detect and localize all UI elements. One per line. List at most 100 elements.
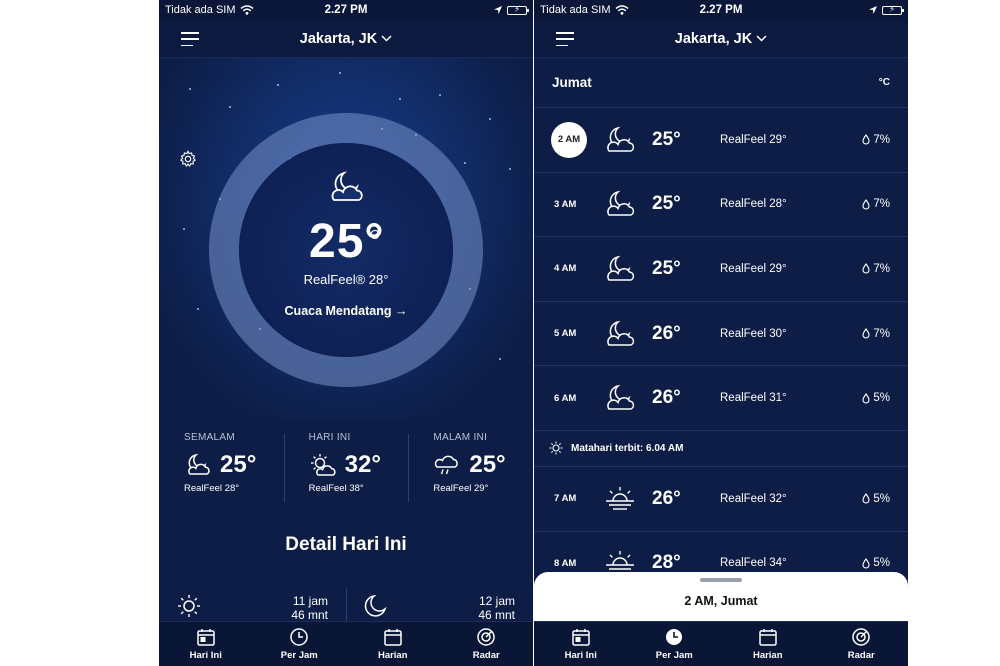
clock-icon bbox=[666, 629, 683, 645]
location-arrow-icon bbox=[494, 6, 502, 14]
moon-cloud-icon bbox=[607, 320, 635, 346]
location-label: Jakarta, JK bbox=[299, 30, 378, 47]
chevron-down-icon bbox=[756, 35, 767, 42]
tab-radar[interactable]: Radar bbox=[815, 622, 909, 666]
calendar-day-icon bbox=[572, 629, 590, 646]
sheet-drag-handle[interactable] bbox=[700, 578, 742, 582]
tab-label: Per Jam bbox=[280, 650, 318, 661]
period-temperature: 32° bbox=[344, 451, 381, 478]
location-selector[interactable]: Jakarta, JK bbox=[300, 31, 392, 47]
moon-cloud-icon bbox=[188, 453, 210, 475]
tab-radar[interactable]: Radar bbox=[440, 622, 534, 666]
selected-hour-sheet[interactable]: 2 AM, Jumat bbox=[534, 572, 908, 622]
wifi-icon bbox=[615, 5, 628, 15]
hour-realfeel: RealFeel 29° bbox=[720, 262, 787, 275]
temperature-unit-letter: C bbox=[370, 227, 380, 242]
precip-value: 5% bbox=[873, 557, 890, 570]
phone-today-screen: Tidak ada SIM 2.27 PM ⚡ Jakarta, JK 25° … bbox=[159, 0, 533, 666]
radar-icon bbox=[477, 628, 495, 646]
daylight-minutes: 46 mnt bbox=[291, 608, 328, 622]
tab-daily[interactable]: Harian bbox=[346, 622, 440, 666]
tab-label: Hari Ini bbox=[564, 650, 597, 661]
precip-value: 7% bbox=[873, 133, 890, 146]
tab-label: Radar bbox=[472, 650, 500, 661]
hour-row[interactable]: 5 AM 26° RealFeel 30° 7% bbox=[534, 302, 908, 367]
star bbox=[399, 98, 401, 100]
star bbox=[183, 228, 185, 230]
period-today[interactable]: HARI INI 32° RealFeel 38° bbox=[283, 432, 409, 502]
moonlight-hours: 12 jam bbox=[478, 594, 515, 608]
phone-hourly-screen: Tidak ada SIM 2.27 PM ⚡ Jakarta, JK Juma… bbox=[534, 0, 908, 666]
sun-cloud-icon bbox=[310, 454, 336, 476]
tab-label: Per Jam bbox=[655, 650, 693, 661]
hamburger-menu-icon[interactable] bbox=[181, 32, 199, 46]
precip-value: 5% bbox=[873, 392, 890, 405]
hour-temperature: 25° bbox=[652, 257, 681, 279]
bottom-tab-bar: Hari Ini Per Jam Harian Radar bbox=[159, 621, 533, 666]
hour-row[interactable]: 6 AM 26° RealFeel 31° 5% bbox=[534, 366, 908, 431]
wifi-icon bbox=[240, 5, 253, 15]
hamburger-menu-icon[interactable] bbox=[556, 32, 574, 46]
battery-icon: ⚡ bbox=[882, 4, 904, 15]
today-detail-title: Detail Hari Ini bbox=[285, 534, 407, 555]
hour-precipitation: 7% bbox=[862, 134, 890, 146]
day-periods: SEMALAM 25° RealFeel 28° HARI INI 32° Re… bbox=[159, 432, 533, 502]
selected-hour-text: 2 AM, Jumat bbox=[684, 594, 758, 608]
moon-cloud-icon bbox=[607, 191, 635, 217]
hour-temperature: 26° bbox=[652, 487, 681, 509]
moon-cloud-icon bbox=[607, 384, 635, 410]
hour-precipitation: 5% bbox=[862, 493, 890, 505]
star bbox=[277, 84, 279, 86]
hour-time: 6 AM bbox=[554, 392, 577, 404]
period-this-evening[interactable]: MALAM INI 25° RealFeel 29° bbox=[408, 432, 533, 502]
gear-icon[interactable] bbox=[179, 150, 197, 168]
tab-today[interactable]: Hari Ini bbox=[159, 622, 253, 666]
hour-time: 4 AM bbox=[554, 263, 577, 275]
moon-icon bbox=[364, 594, 387, 617]
hour-row[interactable]: 4 AM 25° RealFeel 29° 7% bbox=[534, 237, 908, 302]
tab-hourly[interactable]: Per Jam bbox=[628, 622, 722, 666]
calendar-icon bbox=[384, 629, 402, 646]
star bbox=[229, 106, 231, 108]
hour-precipitation: 7% bbox=[862, 328, 890, 340]
radar-icon bbox=[852, 628, 870, 646]
tab-today[interactable]: Hari Ini bbox=[534, 622, 628, 666]
precip-value: 5% bbox=[873, 492, 890, 505]
hour-row[interactable]: 7 AM 26° RealFeel 32° 5% bbox=[534, 467, 908, 532]
raindrop-icon bbox=[862, 392, 870, 404]
moonlight-minutes: 46 mnt bbox=[478, 608, 515, 622]
hour-temperature: 25° bbox=[652, 128, 681, 150]
moon-cloud-icon bbox=[331, 171, 363, 201]
current-realfeel: RealFeel® 28° bbox=[303, 272, 389, 287]
hour-temperature: 26° bbox=[652, 387, 681, 409]
period-realfeel: RealFeel 29° bbox=[433, 483, 489, 494]
star bbox=[489, 118, 491, 120]
raindrop-icon bbox=[862, 263, 870, 274]
star bbox=[499, 358, 501, 360]
hour-realfeel: RealFeel 32° bbox=[720, 492, 787, 505]
unit-label[interactable]: °C bbox=[879, 77, 890, 88]
battery-icon: ⚡ bbox=[507, 4, 529, 15]
hour-temperature: 26° bbox=[652, 322, 681, 344]
tab-label: Harian bbox=[752, 650, 783, 661]
hour-time: 7 AM bbox=[554, 493, 577, 505]
tab-daily[interactable]: Harian bbox=[721, 622, 815, 666]
day-name: Jumat bbox=[552, 75, 592, 90]
location-selector[interactable]: Jakarta, JK bbox=[675, 31, 767, 47]
period-label: HARI INI bbox=[308, 432, 351, 443]
hour-row[interactable]: 2 AM 25° RealFeel 29° 7% bbox=[534, 108, 908, 173]
day-header: Jumat °C bbox=[534, 58, 908, 108]
tab-hourly[interactable]: Per Jam bbox=[253, 622, 347, 666]
period-realfeel: RealFeel 28° bbox=[184, 483, 240, 494]
tab-label: Hari Ini bbox=[189, 650, 222, 661]
daylight-hours: 11 jam bbox=[292, 594, 328, 608]
hour-realfeel: RealFeel 31° bbox=[720, 392, 787, 405]
star bbox=[189, 88, 191, 90]
period-tonight[interactable]: SEMALAM 25° RealFeel 28° bbox=[159, 432, 284, 502]
precip-value: 7% bbox=[873, 327, 890, 340]
hour-precipitation: 5% bbox=[862, 557, 890, 569]
hour-time: 3 AM bbox=[554, 198, 577, 210]
hour-row[interactable]: 3 AM 25° RealFeel 28° 7% bbox=[534, 173, 908, 238]
tab-label: Harian bbox=[377, 650, 408, 661]
upcoming-weather-link[interactable]: Cuaca Mendatang → bbox=[159, 304, 533, 318]
